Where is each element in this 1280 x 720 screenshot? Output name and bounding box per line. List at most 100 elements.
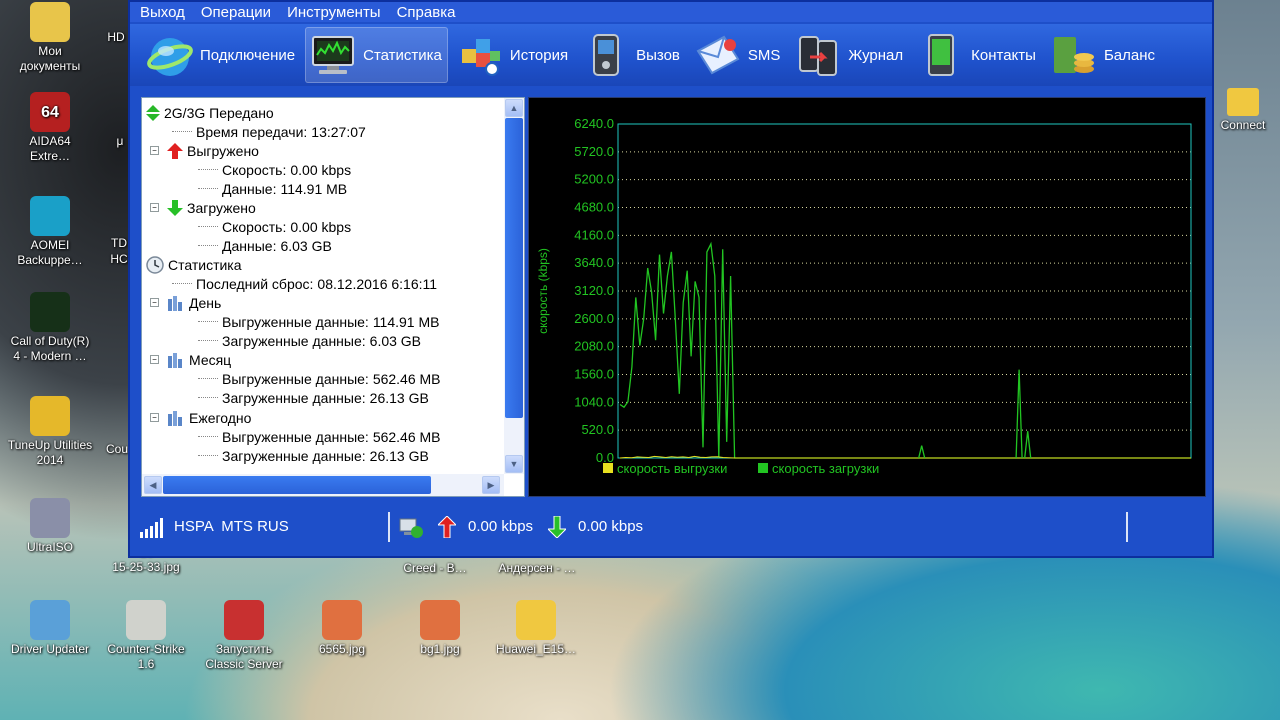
desktop-icon-label: UltraISO: [26, 540, 73, 554]
toolbar-journal-button[interactable]: Журнал: [790, 27, 909, 83]
tree-statistics[interactable]: Статистика: [146, 255, 242, 274]
scroll-up-arrow-icon[interactable]: ▲: [505, 99, 523, 117]
collapse-toggle[interactable]: −: [150, 413, 159, 422]
balance-coins-icon: [1050, 31, 1098, 79]
clock-icon: [146, 255, 164, 274]
statistics-monitor-icon: [309, 31, 357, 79]
statistics-tree: 2G/3G Передано Время передачи: 13:27:07 −…: [142, 98, 504, 474]
legend-swatch-download: [758, 463, 768, 473]
toolbar-history-label: История: [509, 46, 569, 64]
sms-envelope-icon: [694, 31, 742, 79]
y-tick-label: 3120.0: [574, 283, 614, 298]
upload-red-arrow-icon: [438, 516, 456, 538]
collapse-toggle[interactable]: −: [150, 298, 159, 307]
journal-phones-icon: [794, 31, 842, 79]
toolbar-connect-button[interactable]: Подключение: [142, 27, 301, 83]
contacts-phone-icon: [917, 31, 965, 79]
desktop-icon[interactable]: bg1.jpg: [390, 600, 490, 657]
desktop-partial-connect[interactable]: Connect: [1206, 88, 1280, 133]
series-line-upload: [619, 455, 1191, 459]
toolbar-sms-label: SMS: [747, 46, 781, 64]
main-toolbar: Подключение Статистика История Вызов SMS: [130, 24, 1212, 86]
desktop-icon-label: AOMEI Backuppe…: [17, 238, 83, 267]
tree-day[interactable]: − День: [150, 293, 221, 312]
tree-downloaded[interactable]: − Загружено: [150, 198, 256, 217]
toolbar-sms-button[interactable]: SMS: [690, 27, 787, 83]
tree-download-data: Данные: 6.03 GB: [198, 236, 332, 255]
desktop-icon[interactable]: 6565.jpg: [292, 600, 392, 657]
menu-help[interactable]: Справка: [397, 4, 456, 21]
legend-label-upload: скорость выгрузки: [617, 461, 727, 476]
download-green-arrow-icon: [548, 516, 566, 538]
history-blocks-icon: [456, 31, 504, 79]
collapse-toggle[interactable]: −: [150, 203, 159, 212]
desktop-partial-creed[interactable]: Creed - B…: [390, 561, 480, 576]
desktop-icon-label: bg1.jpg: [420, 642, 460, 656]
status-download-speed: 0.00 kbps: [578, 518, 644, 535]
network-name: HSPA MTS RUS: [174, 518, 289, 535]
toolbar-call-label: Вызов: [636, 46, 680, 64]
toolbar-statistics-button[interactable]: Статистика: [305, 27, 448, 83]
desktop-icon[interactable]: AOMEI Backuppe…: [0, 196, 100, 268]
scroll-left-arrow-icon[interactable]: ◀: [144, 476, 162, 494]
tree-transfer-time: Время передачи: 13:27:07: [172, 122, 366, 141]
y-tick-label: 4160.0: [574, 227, 614, 242]
tree-vertical-scrollbar[interactable]: ▲ ▼: [504, 98, 524, 474]
tree-year[interactable]: − Ежегодно: [150, 408, 251, 427]
toolbar-balance-label: Баланс: [1103, 46, 1156, 64]
tree-last-reset: Последний сброс: 08.12.2016 6:16:11: [172, 274, 437, 293]
desktop-icon-label: Call of Duty(R) 4 - Modern …: [10, 334, 90, 363]
toolbar-call-button[interactable]: Вызов: [578, 27, 686, 83]
y-tick-label: 520.0: [581, 422, 614, 437]
status-separator: [388, 512, 390, 542]
desktop-icon[interactable]: Driver Updater: [0, 600, 100, 657]
desktop-icon[interactable]: Huawei_E15…: [486, 600, 586, 657]
aida64-icon: 64: [30, 92, 70, 132]
desktop-icon[interactable]: Counter-Strike 1.6: [96, 600, 196, 672]
tree-year-downloaded: Загруженные данные: 26.13 GB: [198, 446, 429, 465]
desktop-icon[interactable]: Запустить Classic Server: [194, 600, 294, 672]
signal-strength-icon: [140, 518, 163, 538]
driver-updater-icon: [30, 600, 70, 640]
menu-tools[interactable]: Инструменты: [287, 4, 381, 21]
toolbar-balance-button[interactable]: Баланс: [1046, 27, 1161, 83]
desktop-icon[interactable]: UltraISO: [0, 498, 100, 555]
status-bar: HSPA MTS RUS 0.00 kbps 0.00 kbps: [130, 508, 1212, 548]
legend-swatch-upload: [603, 463, 613, 473]
menu-bar: Выход Операции Инструменты Справка: [130, 2, 1212, 22]
desktop-icon-label: Counter-Strike 1.6: [107, 642, 185, 671]
tree-day-downloaded: Загруженные данные: 6.03 GB: [198, 331, 421, 350]
collapse-toggle[interactable]: −: [150, 355, 159, 364]
scroll-down-arrow-icon[interactable]: ▼: [505, 455, 523, 473]
tree-upload-data: Данные: 114.91 MB: [198, 179, 347, 198]
y-tick-label: 4680.0: [574, 200, 614, 215]
tree-month[interactable]: − Месяц: [150, 350, 231, 369]
tree-upload-speed: Скорость: 0.00 kbps: [198, 160, 351, 179]
horizontal-scroll-thumb[interactable]: [163, 476, 431, 494]
jpg-file-icon: [322, 600, 362, 640]
desktop-icon[interactable]: 64 AIDA64 Extre…: [0, 92, 100, 164]
tree-month-downloaded: Загруженные данные: 26.13 GB: [198, 388, 429, 407]
y-tick-label: 1560.0: [574, 367, 614, 382]
tree-root-transferred[interactable]: 2G/3G Передано: [146, 103, 274, 122]
desktop-icon[interactable]: Мои документы: [0, 2, 100, 74]
desktop-icon[interactable]: Call of Duty(R) 4 - Modern …: [0, 292, 100, 364]
menu-operations[interactable]: Операции: [201, 4, 271, 21]
y-tick-label: 6240.0: [574, 116, 614, 131]
desktop-icon-label: Запустить Classic Server: [205, 642, 283, 671]
statistics-tree-panel: 2G/3G Передано Время передачи: 13:27:07 −…: [141, 97, 525, 497]
tree-horizontal-scrollbar[interactable]: ◀ ▶: [142, 474, 504, 496]
y-tick-label: 0.0: [596, 450, 614, 465]
scroll-right-arrow-icon[interactable]: ▶: [482, 476, 500, 494]
connect-globe-icon: [146, 31, 194, 79]
menu-exit[interactable]: Выход: [140, 4, 185, 21]
folder-icon: [516, 600, 556, 640]
vertical-scroll-thumb[interactable]: [505, 118, 523, 418]
toolbar-history-button[interactable]: История: [452, 27, 574, 83]
aomei-icon: [30, 196, 70, 236]
toolbar-contacts-button[interactable]: Контакты: [913, 27, 1042, 83]
desktop-partial-andersen[interactable]: Андерсен - …: [482, 561, 592, 576]
tree-uploaded[interactable]: − Выгружено: [150, 141, 259, 160]
collapse-toggle[interactable]: −: [150, 146, 159, 155]
desktop-icon[interactable]: TuneUp Utilities 2014: [0, 396, 100, 468]
